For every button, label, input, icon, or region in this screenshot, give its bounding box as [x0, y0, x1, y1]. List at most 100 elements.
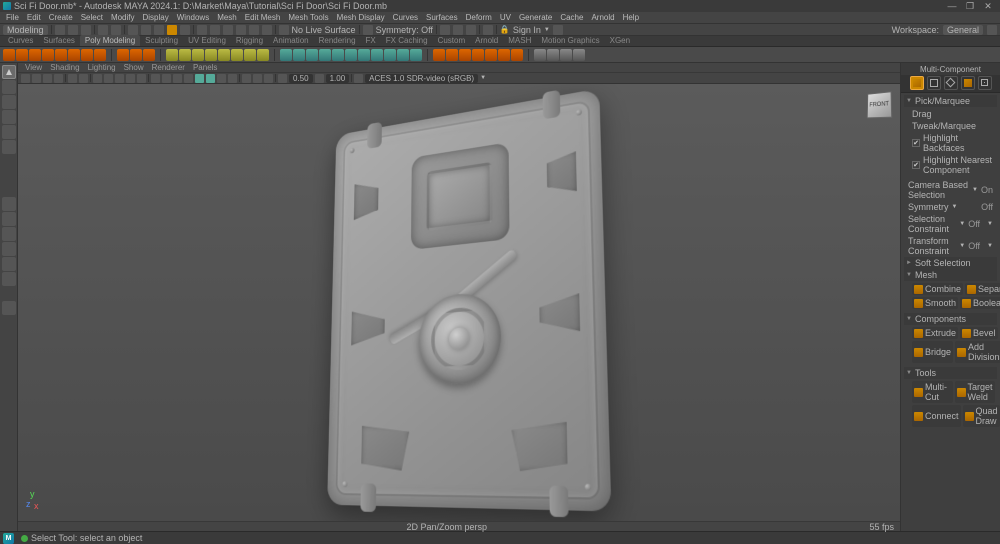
- bevel-icon[interactable]: [446, 49, 458, 61]
- vp-motionblur-icon[interactable]: [217, 74, 226, 83]
- extrude-button[interactable]: Extrude: [912, 327, 958, 339]
- vp-show[interactable]: Show: [120, 63, 148, 72]
- shelf-tab-sculpting[interactable]: Sculpting: [140, 35, 183, 46]
- soft-selection-header[interactable]: Soft Selection: [904, 257, 997, 269]
- move-tool-icon[interactable]: [2, 110, 16, 124]
- vp-viewtransform-icon[interactable]: [354, 74, 363, 83]
- remesh-icon[interactable]: [358, 49, 370, 61]
- vp-select-camera-icon[interactable]: [21, 74, 30, 83]
- poly-helix-icon[interactable]: [143, 49, 155, 61]
- maximize-button[interactable]: ❐: [961, 1, 979, 12]
- menu-display[interactable]: Display: [139, 13, 173, 22]
- render-settings-icon[interactable]: [466, 25, 476, 35]
- targetweld-button[interactable]: Target Weld: [955, 381, 996, 403]
- shelf-tab-animation[interactable]: Animation: [268, 35, 314, 46]
- vp-resolution-icon[interactable]: [115, 74, 124, 83]
- vp-smoothshade-icon[interactable]: [162, 74, 171, 83]
- targetweld-icon[interactable]: [547, 49, 559, 61]
- shelf-tab-motiongraphics[interactable]: Motion Graphics: [536, 35, 604, 46]
- new-scene-icon[interactable]: [55, 25, 65, 35]
- vp-shadows-icon[interactable]: [195, 74, 204, 83]
- menu-edit[interactable]: Edit: [23, 13, 45, 22]
- redo-icon[interactable]: [111, 25, 121, 35]
- extrude-icon[interactable]: [433, 49, 445, 61]
- vp-gamma-value[interactable]: 1.00: [326, 74, 350, 83]
- combine-icon[interactable]: [280, 49, 292, 61]
- svg-icon[interactable]: [179, 49, 191, 61]
- menu-file[interactable]: File: [2, 13, 23, 22]
- bridge-icon[interactable]: [459, 49, 471, 61]
- symmetry-panel-value[interactable]: Off: [981, 202, 993, 212]
- tools-section-header[interactable]: Tools: [904, 367, 997, 379]
- poly-sphere-icon[interactable]: [3, 49, 15, 61]
- construction-history-icon[interactable]: [440, 25, 450, 35]
- paint-select-tool-icon[interactable]: [2, 95, 16, 109]
- snap-plane-icon[interactable]: [236, 25, 246, 35]
- shelf-tab-uvediting[interactable]: UV Editing: [183, 35, 231, 46]
- connect-button[interactable]: Connect: [912, 405, 961, 427]
- menu-arnold[interactable]: Arnold: [587, 13, 618, 22]
- mode-face-icon[interactable]: [961, 76, 975, 90]
- poly-cylinder-icon[interactable]: [29, 49, 41, 61]
- poly-torus-icon[interactable]: [55, 49, 67, 61]
- boolean-icon[interactable]: [319, 49, 331, 61]
- shelf-tab-rigging[interactable]: Rigging: [231, 35, 268, 46]
- sweep-mesh-icon[interactable]: [192, 49, 204, 61]
- live-surface-icon[interactable]: [279, 25, 289, 35]
- smooth-icon[interactable]: [306, 49, 318, 61]
- vp-antialias-icon[interactable]: [228, 74, 237, 83]
- sphericalharmonics-icon[interactable]: [218, 49, 230, 61]
- maya-footer-icon[interactable]: M: [3, 533, 14, 544]
- shelf-tab-rendering[interactable]: Rendering: [314, 35, 361, 46]
- poly-cone-icon[interactable]: [42, 49, 54, 61]
- mode-edge-icon[interactable]: [944, 76, 958, 90]
- vp-image-plane-icon[interactable]: [54, 74, 63, 83]
- menu-curves[interactable]: Curves: [389, 13, 422, 22]
- circularize-icon[interactable]: [485, 49, 497, 61]
- mode-uv-icon[interactable]: [978, 76, 992, 90]
- vp-panels[interactable]: Panels: [189, 63, 221, 72]
- snap-point-icon[interactable]: [223, 25, 233, 35]
- lasso-tool-icon[interactable]: [2, 80, 16, 94]
- trans-constraint-value[interactable]: Off: [968, 241, 980, 251]
- add-divisions-button[interactable]: Add Divisions: [955, 341, 1000, 363]
- vp-camera-attr-icon[interactable]: [32, 74, 41, 83]
- poly-plane-icon[interactable]: [68, 49, 80, 61]
- smooth-button[interactable]: Smooth: [912, 297, 958, 309]
- poly-cube-icon[interactable]: [16, 49, 28, 61]
- render-icon[interactable]: [453, 25, 463, 35]
- vp-textured-icon[interactable]: [173, 74, 182, 83]
- quaddraw-icon[interactable]: [573, 49, 585, 61]
- shelf-tab-fx[interactable]: FX: [361, 35, 381, 46]
- shelf-tab-surfaces[interactable]: Surfaces: [38, 35, 80, 46]
- boolean-button[interactable]: Boolean: [960, 297, 1000, 309]
- vp-gamma-icon[interactable]: [315, 74, 324, 83]
- symmetry-label[interactable]: Symmetry: Off: [376, 25, 433, 35]
- menu-meshtools[interactable]: Mesh Tools: [284, 13, 332, 22]
- separate-button[interactable]: Separate: [965, 283, 1000, 295]
- sign-in[interactable]: Sign In: [513, 25, 541, 35]
- shelf-tab-custom[interactable]: Custom: [433, 35, 471, 46]
- menu-help[interactable]: Help: [619, 13, 643, 22]
- vp-xray-icon[interactable]: [253, 74, 262, 83]
- add-divisions-icon[interactable]: [472, 49, 484, 61]
- connect-icon[interactable]: [560, 49, 572, 61]
- highlight-nearest-checkbox[interactable]: [912, 161, 920, 169]
- combine-button[interactable]: Combine: [912, 283, 963, 295]
- vp-view[interactable]: View: [21, 63, 46, 72]
- vp-grease-icon[interactable]: [79, 74, 88, 83]
- vp-bookmarks-icon[interactable]: [43, 74, 52, 83]
- shelf-tab-xgen[interactable]: XGen: [605, 35, 635, 46]
- vp-lighting[interactable]: Lighting: [84, 63, 120, 72]
- menu-modify[interactable]: Modify: [107, 13, 139, 22]
- menu-generate[interactable]: Generate: [515, 13, 556, 22]
- layout-single-icon[interactable]: [2, 197, 16, 211]
- marketplace-icon[interactable]: [553, 25, 563, 35]
- menu-surfaces[interactable]: Surfaces: [422, 13, 462, 22]
- vp-xrayjoints-icon[interactable]: [264, 74, 273, 83]
- search-icon[interactable]: [2, 301, 16, 315]
- vp-safezone-icon[interactable]: [137, 74, 146, 83]
- vp-wireframe-icon[interactable]: [151, 74, 160, 83]
- close-button[interactable]: ✕: [979, 1, 997, 12]
- sel-multi-icon[interactable]: [180, 25, 190, 35]
